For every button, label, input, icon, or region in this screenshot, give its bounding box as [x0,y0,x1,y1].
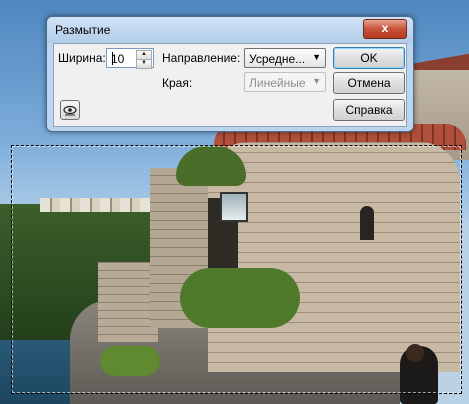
edges-select[interactable]: Линейные ▼ [244,72,326,92]
preview-button[interactable] [60,100,80,120]
direction-value: Усредне... [249,52,306,66]
dialog-titlebar[interactable]: Размытие x [47,17,413,43]
selection-marquee-inner [12,146,461,393]
ok-button[interactable]: OK [333,47,405,69]
direction-select[interactable]: Усредне... ▼ [244,48,326,68]
width-label: Ширина: [58,51,106,65]
width-stepper[interactable]: 10 ▲ ▼ [106,48,154,69]
blur-dialog: Размытие x Ширина: 10 ▲ ▼ Направление: У… [46,16,414,132]
close-button[interactable]: x [363,19,407,39]
cancel-button[interactable]: Отмена [333,72,405,94]
width-value[interactable]: 10 [111,52,124,66]
text-caret [112,52,113,65]
eye-icon [63,105,77,116]
dialog-title: Размытие [55,23,111,37]
direction-label: Направление: [162,51,241,65]
help-button[interactable]: Справка [333,99,405,121]
close-icon: x [381,21,389,35]
edges-label: Края: [162,76,193,90]
dialog-body: Ширина: 10 ▲ ▼ Направление: Усредне... ▼… [53,43,407,127]
chevron-down-icon: ▼ [312,76,321,86]
chevron-down-icon: ▼ [312,52,321,62]
edges-value: Линейные [249,76,306,90]
stepper-down-icon[interactable]: ▼ [136,59,152,69]
